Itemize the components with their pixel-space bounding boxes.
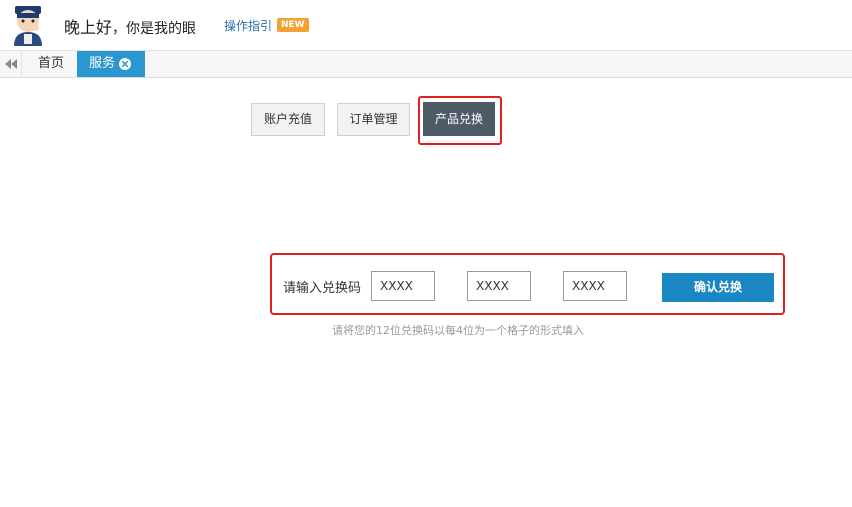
greeting-sub: ，你是我的眼: [112, 21, 197, 37]
highlight-box-redeem-tab: [418, 96, 502, 145]
close-icon[interactable]: [119, 58, 131, 70]
confirm-redeem-button[interactable]: 确认兑换: [662, 273, 774, 302]
tab-home[interactable]: 首页: [26, 51, 76, 77]
tab-service-label: 服务: [89, 56, 116, 71]
tab-bar: 首页 服务: [0, 50, 852, 78]
greeting-main: 晚上好: [64, 18, 113, 37]
redeem-code-input-1[interactable]: [371, 271, 435, 301]
tab-service[interactable]: 服务: [77, 51, 145, 77]
redeem-code-input-2[interactable]: [467, 271, 531, 301]
redeem-hint: 请将您的12位兑换码以每4位为一个格子的形式填入: [332, 324, 584, 337]
tab-home-label: 首页: [38, 56, 65, 71]
avatar[interactable]: [10, 4, 46, 46]
redeem-code-label: 请输入兑换码: [283, 281, 362, 296]
tab-scroll-left-button[interactable]: [0, 51, 22, 77]
guide-link[interactable]: 操作指引: [224, 17, 272, 34]
recharge-button[interactable]: 账户充值: [251, 103, 325, 136]
new-badge: NEW: [277, 18, 309, 32]
double-arrow-left-icon: [5, 59, 17, 69]
redeem-code-input-3[interactable]: [563, 271, 627, 301]
order-management-button[interactable]: 订单管理: [337, 103, 410, 136]
top-header: 晚上好，你是我的眼 操作指引 NEW: [0, 0, 852, 50]
greeting: 晚上好，你是我的眼: [64, 14, 196, 38]
